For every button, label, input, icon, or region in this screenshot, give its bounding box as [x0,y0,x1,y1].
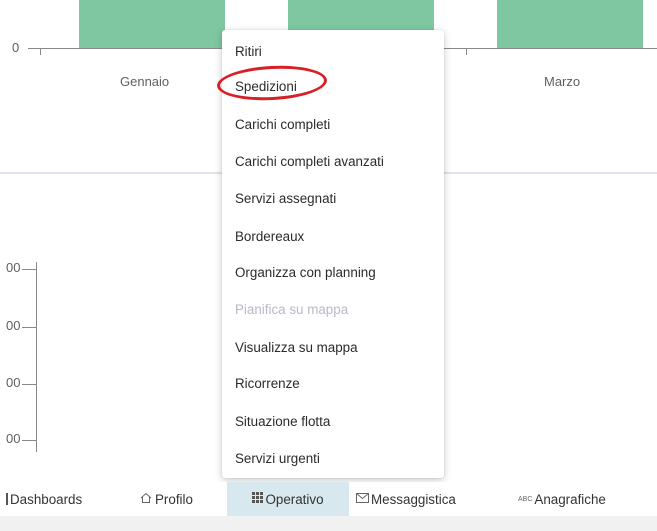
nav-item-label: Profilo [155,491,193,507]
menu-item-carichi-completi[interactable]: Carichi completi [235,117,330,132]
menu-item-carichi-completi-avanzati[interactable]: Carichi completi avanzati [235,154,384,169]
y-axis-tick [22,384,36,385]
nav-item-dashboards[interactable]: Dashboards [0,482,128,516]
nav-item-label: Operativo [265,491,324,507]
abc-icon: ABC [518,495,533,503]
menu-item-visualizza-su-mappa[interactable]: Visualizza su mappa [235,340,358,355]
y-axis-line [36,262,37,452]
dashboard-icon [6,493,8,505]
home-icon [140,492,152,507]
x-axis-tick [466,48,467,55]
x-axis-tick [40,48,41,55]
x-category-label: Gennaio [120,74,170,89]
y-tick-label: 0 [12,40,20,55]
menu-item-ritiri[interactable]: Ritiri [235,44,262,59]
nav-item-anagrafiche[interactable]: ABC Anagrafiche [518,482,657,516]
y-axis-tick [22,269,36,270]
menu-item-situazione-flotta[interactable]: Situazione flotta [235,414,330,429]
mail-icon [356,492,369,506]
menu-item-servizi-urgenti[interactable]: Servizi urgenti [235,451,320,466]
grid-icon [252,492,264,506]
y-tick-label: 00 [6,375,21,390]
menu-item-pianifica-su-mappa: Pianifica su mappa [235,302,349,317]
y-axis-tick [22,440,36,441]
chart-bar [79,0,225,48]
y-axis-tick [28,48,40,49]
footer-strip [0,516,657,531]
y-axis-tick [22,327,36,328]
menu-item-servizi-assegnati[interactable]: Servizi assegnati [235,191,336,206]
nav-item-messaggistica[interactable]: Messaggistica [356,482,502,516]
y-tick-label: 00 [6,260,21,275]
menu-item-ricorrenze[interactable]: Ricorrenze [235,376,300,391]
menu-item-organizza-con-planning[interactable]: Organizza con planning [235,265,376,280]
x-category-label: Marzo [544,74,581,89]
bottom-nav-bar: Dashboards Profilo Operativo Messaggisti… [0,482,657,516]
nav-item-label: Anagrafiche [534,491,606,507]
nav-item-label: Dashboards [10,491,83,507]
menu-item-bordereaux[interactable]: Bordereaux [235,229,304,244]
nav-item-profilo[interactable]: Profilo [140,482,218,516]
nav-item-label: Messaggistica [371,491,456,507]
nav-item-operativo[interactable]: Operativo [227,482,349,516]
y-tick-label: 00 [6,318,21,333]
y-tick-label: 00 [6,431,21,446]
chart-bar [497,0,643,48]
